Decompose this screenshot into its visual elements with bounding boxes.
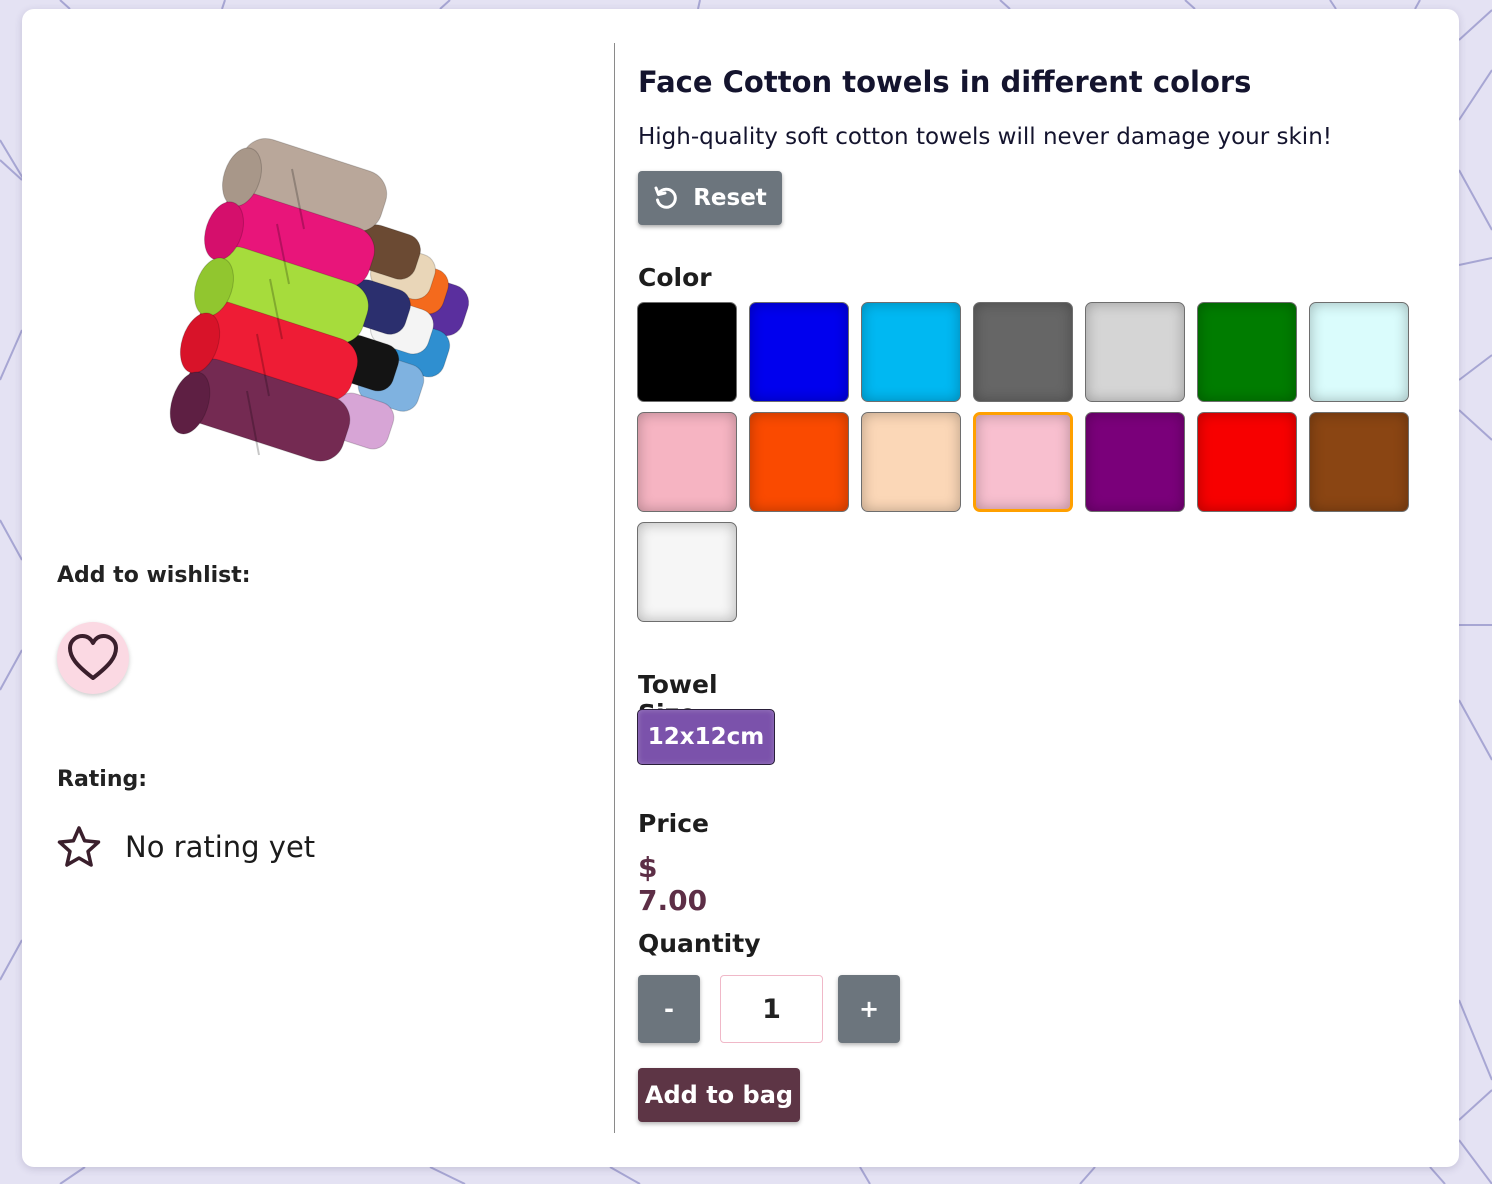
color-swatch-purple[interactable]	[1085, 412, 1185, 512]
undo-icon	[654, 186, 678, 209]
color-swatch-blue[interactable]	[749, 302, 849, 402]
color-swatch-light-gray[interactable]	[1085, 302, 1185, 402]
product-description: High-quality soft cotton towels will nev…	[638, 124, 1332, 150]
increase-quantity-button[interactable]: +	[838, 975, 900, 1043]
quantity-label: Quantity	[638, 929, 761, 958]
rating-text: No rating yet	[125, 830, 316, 864]
reset-label: Reset	[693, 185, 767, 211]
color-swatch-dim-gray[interactable]	[973, 302, 1073, 402]
rating-label: Rating:	[57, 767, 148, 792]
color-swatch-black[interactable]	[637, 302, 737, 402]
color-swatch-red[interactable]	[1197, 412, 1297, 512]
quantity-input[interactable]	[720, 975, 823, 1043]
color-swatch-light-pink[interactable]	[973, 412, 1073, 512]
product-image	[169, 138, 470, 462]
add-to-bag-button[interactable]: Add to bag	[638, 1068, 800, 1122]
decrease-quantity-button[interactable]: -	[638, 975, 700, 1043]
column-divider	[614, 43, 615, 1133]
color-swatch-orange-red[interactable]	[749, 412, 849, 512]
color-label: Color	[638, 263, 712, 292]
price-value: $ 7.00	[638, 851, 708, 917]
price-label: Price	[638, 809, 709, 838]
color-swatch-saddle-brown[interactable]	[1309, 412, 1409, 512]
star-outline-icon	[57, 826, 101, 867]
color-swatch-pink[interactable]	[637, 412, 737, 512]
product-card: Add to wishlist: Rating: No rating yet F…	[22, 9, 1459, 1167]
size-option-12x12cm[interactable]: 12x12cm	[637, 709, 775, 765]
add-to-wishlist-button[interactable]	[57, 622, 129, 694]
product-title: Face Cotton towels in different colors	[638, 65, 1252, 99]
color-swatch-peach-puff[interactable]	[861, 412, 961, 512]
heart-icon	[68, 634, 118, 680]
rating-row: No rating yet	[57, 825, 315, 869]
reset-button[interactable]: Reset	[638, 171, 782, 225]
color-swatch-deep-sky-blue[interactable]	[861, 302, 961, 402]
color-swatch-white[interactable]	[637, 522, 737, 622]
color-swatch-light-cyan[interactable]	[1309, 302, 1409, 402]
wishlist-label: Add to wishlist:	[57, 563, 251, 588]
color-swatch-green[interactable]	[1197, 302, 1297, 402]
